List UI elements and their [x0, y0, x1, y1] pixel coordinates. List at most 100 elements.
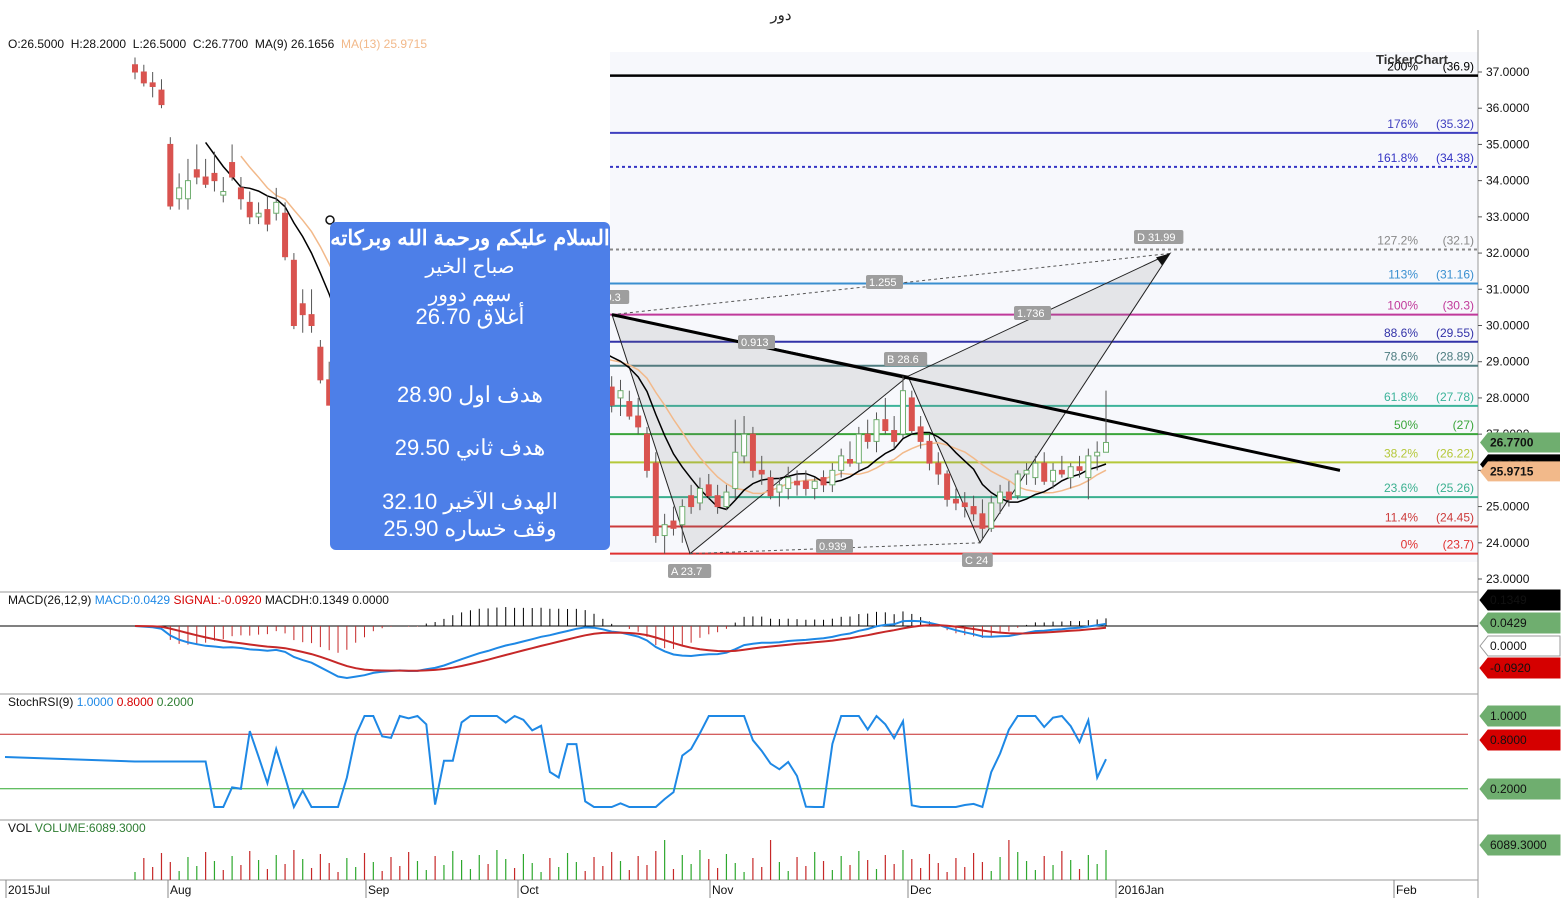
- pattern-tag: 1.736: [1017, 308, 1045, 320]
- candle-body: [176, 187, 183, 200]
- pattern-tag: A 23.7: [671, 566, 702, 578]
- candle-body: [767, 477, 774, 497]
- fib-price-label: (27.78): [1436, 390, 1474, 404]
- panel-tag-label: -0.0920: [1490, 661, 1531, 675]
- candle-body: [908, 397, 915, 432]
- candle-body: [290, 259, 297, 327]
- candle-body: [661, 524, 668, 537]
- candle-body: [741, 433, 748, 457]
- candle-body: [952, 498, 959, 504]
- time-tick-label: 2015Jul: [8, 883, 50, 897]
- volume-panel: [134, 840, 1107, 880]
- candle-body: [158, 89, 165, 106]
- candle-body: [246, 201, 253, 218]
- candle-body: [696, 487, 703, 504]
- candle-body: [794, 480, 801, 486]
- fib-percent-label: 61.8%: [1384, 390, 1418, 404]
- fib-percent-label: 113%: [1388, 267, 1418, 281]
- candle-body: [979, 513, 986, 529]
- candle-body: [997, 491, 1004, 504]
- close-value: C:26.7700: [192, 37, 249, 51]
- candle-body: [1076, 466, 1083, 471]
- candle-body: [838, 455, 845, 471]
- candle-body: [237, 187, 244, 200]
- fib-percent-label: 78.6%: [1384, 350, 1418, 364]
- candle-body: [714, 495, 721, 508]
- macdh-value: MACDH:0.1349: [264, 593, 349, 607]
- candle-body: [1094, 451, 1101, 457]
- candle-body: [1067, 466, 1074, 479]
- signal-value: SIGNAL:-0.0920: [173, 593, 262, 607]
- note-target2: هدف ثاني 29.50: [394, 435, 546, 460]
- fib-price-label: (25.26): [1436, 481, 1474, 495]
- candle-body: [705, 484, 712, 497]
- candle-body: [317, 346, 324, 381]
- fib-price-label: (35.32): [1436, 117, 1474, 131]
- candle-body: [626, 401, 633, 417]
- candle-body: [829, 469, 836, 486]
- fib-percent-label: 11.4%: [1385, 510, 1418, 524]
- macd-value: MACD:0.0429: [94, 593, 171, 607]
- candle-body: [679, 506, 686, 526]
- brand-logo: TickerChart: [1376, 52, 1449, 67]
- time-axis: 2015Jul Aug Sep Oct Nov Dec 2016Jan Feb: [5, 880, 1417, 898]
- candle-body: [970, 506, 977, 515]
- price-tick-label: 33.0000: [1486, 210, 1530, 224]
- price-tag-label: 26.7700: [1490, 435, 1534, 449]
- candle-body: [758, 469, 765, 475]
- candle-body: [149, 82, 156, 87]
- candle-body: [308, 314, 315, 326]
- candle-body: [1014, 473, 1021, 497]
- candle-body: [785, 477, 792, 489]
- price-tick-label: 37.0000: [1486, 65, 1530, 79]
- pattern-tag: B 28.6: [887, 354, 919, 366]
- candle-body: [1041, 462, 1048, 482]
- macd-label: MACD(26,12,9) MACD:0.0429 SIGNAL:-0.0920…: [8, 593, 389, 607]
- candle-body: [935, 462, 942, 475]
- fib-price-label: (27): [1453, 418, 1474, 432]
- candle-body: [273, 201, 280, 214]
- candle-body: [723, 491, 730, 508]
- volume-name: VOL: [8, 821, 32, 835]
- fib-percent-label: 0%: [1401, 538, 1419, 552]
- pattern-tag: D 31.99: [1137, 232, 1176, 244]
- note-target1: هدف اول 28.90: [397, 382, 543, 407]
- candle-body: [802, 480, 809, 489]
- macd-name: MACD(26,12,9): [8, 593, 92, 607]
- candle-body: [961, 502, 968, 508]
- high-value: H:28.2000: [70, 37, 127, 51]
- volume-value: VOLUME:6089.3000: [34, 821, 146, 835]
- candle-body: [944, 473, 951, 500]
- candle-body: [855, 433, 862, 464]
- panel-tag-label: 1.0000: [1490, 709, 1527, 723]
- candle-body: [264, 209, 271, 225]
- panel-tag-label: 0.0000: [1490, 639, 1527, 653]
- fib-price-label: (24.45): [1436, 510, 1474, 524]
- note-greeting: السلام عليكم ورحمة الله وبركاته: [330, 227, 610, 250]
- panel-tag-label: 0.1349: [1490, 593, 1527, 607]
- fib-price-label: (23.7): [1443, 538, 1474, 552]
- candle-body: [229, 162, 236, 178]
- fib-percent-label: 23.6%: [1384, 481, 1418, 495]
- panel-tag-label: 0.2000: [1490, 782, 1527, 796]
- candle-body: [847, 458, 854, 464]
- macd-panel: [0, 607, 1478, 680]
- price-tick-label: 23.0000: [1486, 572, 1530, 586]
- candle-body: [688, 495, 695, 508]
- candle-body: [299, 303, 306, 316]
- low-value: L:26.5000: [132, 37, 187, 51]
- time-tick-label: Feb: [1396, 883, 1417, 897]
- pattern-tag: 0.939: [819, 541, 847, 553]
- time-tick-label: Aug: [170, 883, 191, 897]
- price-axis: 37.0000 36.0000 35.0000 34.0000 33.0000 32.00…: [1478, 65, 1561, 856]
- fib-percent-label: 161.8%: [1377, 151, 1418, 165]
- candle-body: [202, 176, 209, 185]
- price-tick-label: 35.0000: [1486, 137, 1530, 151]
- time-tick-label: Oct: [520, 883, 539, 897]
- stochrsi-v1: 1.0000: [76, 695, 114, 709]
- candle-body: [1058, 469, 1065, 475]
- candle-body: [1103, 441, 1109, 453]
- price-tick-label: 28.0000: [1486, 391, 1530, 405]
- open-value: O:26.5000: [8, 37, 65, 51]
- candle-body: [988, 502, 995, 529]
